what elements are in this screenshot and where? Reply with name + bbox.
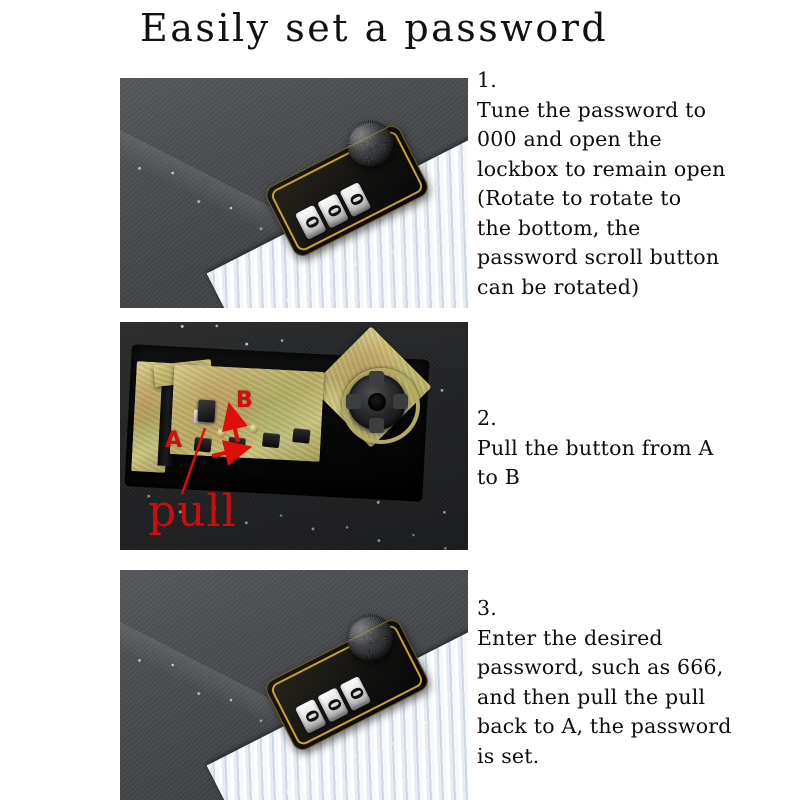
hub-lobe-top — [369, 371, 384, 386]
dial-digit-1[interactable]: 0 — [294, 698, 327, 735]
dial-digit-3[interactable]: 0 — [339, 675, 372, 712]
instruction-step-1: 1. Tune the password to 000 and open the… — [477, 68, 726, 299]
hub-lobe-left — [346, 394, 361, 409]
label-a: A — [165, 428, 183, 453]
dial-digit-2-value: 0 — [321, 695, 345, 715]
photo-step-3: 0 0 0 — [120, 570, 468, 800]
dial-digit-3-value: 0 — [343, 189, 367, 210]
instruction-step-3: 3. Enter the desired password, such as 6… — [477, 596, 732, 768]
reset-tab-3 — [261, 432, 281, 449]
dial-digit-1[interactable]: 0 — [294, 204, 327, 241]
reset-tab-2 — [227, 436, 247, 453]
slider-button[interactable] — [197, 399, 216, 423]
label-b: B — [236, 388, 253, 413]
dial-digit-1-value: 0 — [299, 212, 323, 233]
dial-digit-2[interactable]: 0 — [317, 193, 350, 229]
reset-tab-1 — [193, 436, 212, 453]
dial-digit-2[interactable]: 0 — [317, 687, 350, 723]
dial-digit-1-value: 0 — [299, 706, 323, 727]
hub-lobe-bottom — [369, 418, 384, 433]
pull-annotation-text: pull — [148, 486, 237, 537]
dial-digit-2-value: 0 — [321, 201, 345, 221]
photo-step-1: 0 0 0 — [120, 78, 468, 308]
brass-plate-main — [169, 364, 325, 462]
page-title: Easily set a password — [140, 6, 609, 50]
hub-lobe-right — [393, 394, 408, 409]
dial-digit-3-value: 0 — [343, 683, 367, 704]
instruction-step-2: 2. Pull the button from A to B — [477, 406, 714, 489]
dial-hub-icon — [346, 371, 408, 433]
photo-step-2: A B pull — [120, 322, 468, 550]
dial-digit-3[interactable]: 0 — [339, 181, 372, 218]
reset-tab-4 — [292, 428, 311, 444]
